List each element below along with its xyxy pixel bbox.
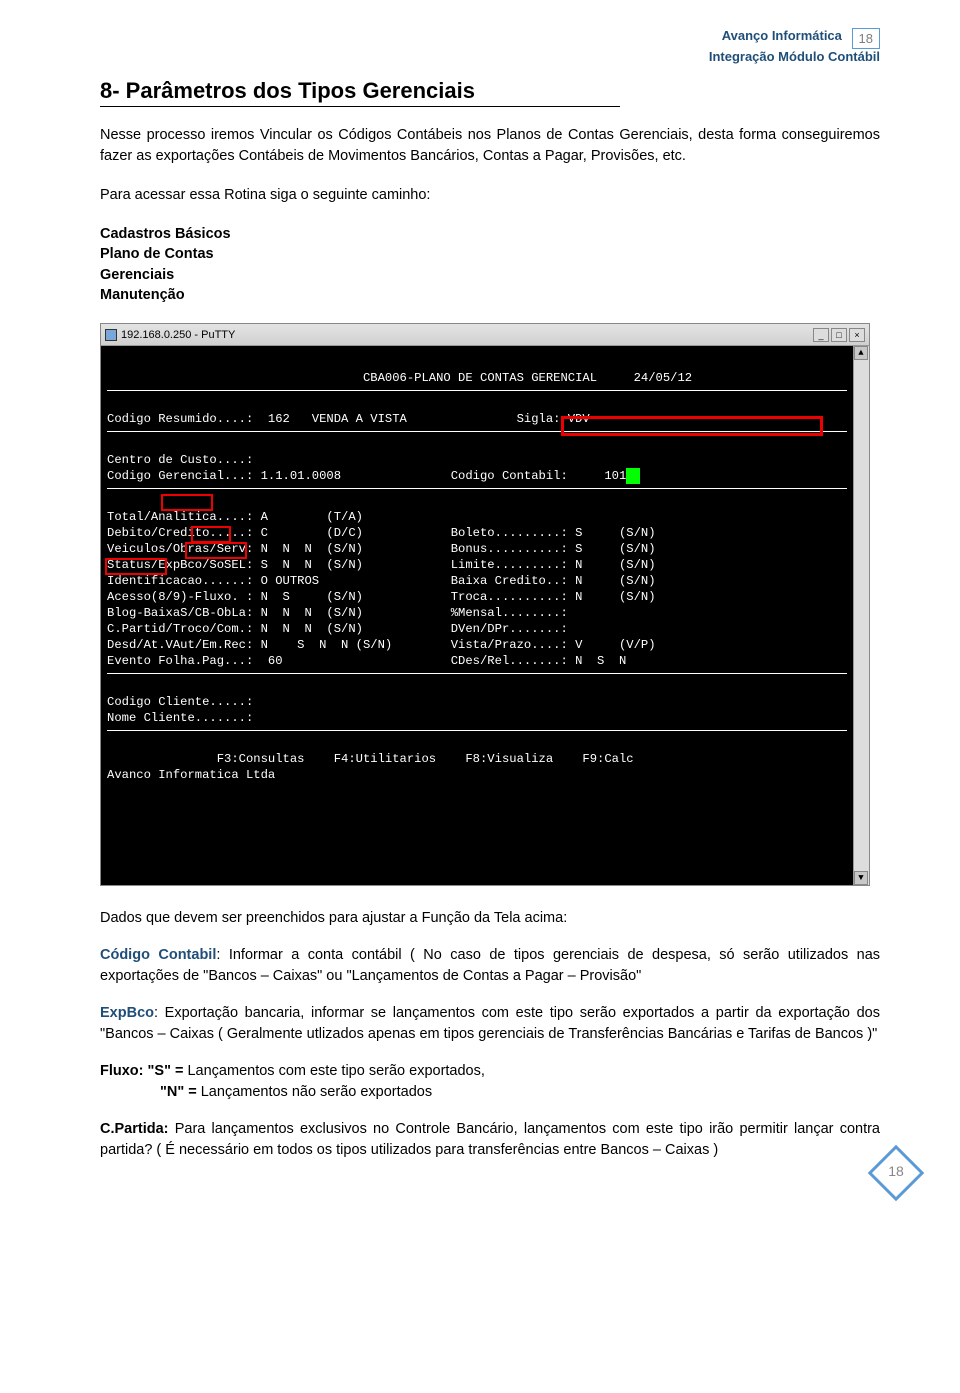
putty-icon [105, 329, 117, 341]
term-row: Total/Analitica....: A (T/A) [107, 510, 363, 524]
post-line1: Dados que devem ser preenchidos para aju… [100, 908, 880, 929]
intro-paragraph: Nesse processo iremos Vincular os Código… [100, 125, 880, 167]
screen-title: CBA006-PLANO DE CONTAS GERENCIAL [363, 371, 597, 385]
lbl-cpartida: C.Partida: [100, 1121, 169, 1137]
txt-codigo: : Informar a conta contábil ( No caso de… [100, 947, 880, 984]
lbl-expbco: ExpBco [100, 1005, 154, 1021]
terminal-title: 192.168.0.250 - PuTTY [121, 329, 235, 341]
section-title: 8- Parâmetros dos Tipos Gerenciais [100, 78, 620, 107]
p-codigo: Código Contabil: Informar a conta contáb… [100, 945, 880, 987]
close-button[interactable]: × [849, 328, 865, 342]
term-row: Codigo Gerencial...: 1.1.01.0008 Codigo … [107, 469, 626, 483]
term-row: Acesso(8/9)-Fluxo. : N S (S/N) Troca....… [107, 590, 656, 604]
term-footer: Avanco Informatica Ltda [107, 768, 275, 782]
cursor-icon [626, 468, 640, 484]
txt-fluxo-s: Lançamentos com este tipo serão exportad… [183, 1063, 484, 1079]
term-row: Evento Folha.Pag...: 60 CDes/Rel.......:… [107, 654, 626, 668]
top-page-number: 18 [852, 28, 880, 49]
term-row: Desd/At.VAut/Em.Rec: N S N N (S/N) Vista… [107, 638, 656, 652]
lbl-codigo: Código Contabil [100, 947, 216, 963]
p-fluxo: Fluxo: "S" = Lançamentos com este tipo s… [100, 1061, 880, 1103]
footer-page-number: 18 [872, 1163, 920, 1179]
txt-cpartida: Para lançamentos exclusivos no Controle … [100, 1121, 880, 1158]
nav-step: Cadastros Básicos [100, 224, 880, 244]
term-row: C.Partid/Troco/Com.: N N N (S/N) DVen/DP… [107, 622, 568, 636]
term-row: Codigo Resumido....: 162 VENDA A VISTA S… [107, 412, 590, 426]
txt-fluxo-n: Lançamentos não serão exportados [197, 1084, 432, 1100]
term-fkeys: F3:Consultas F4:Utilitarios F8:Visualiza… [107, 752, 634, 766]
access-line: Para acessar essa Rotina siga o seguinte… [100, 185, 880, 206]
explanations: Dados que devem ser preenchidos para aju… [100, 908, 880, 1161]
nav-path: Cadastros Básicos Plano de Contas Gerenc… [100, 224, 880, 305]
term-row: Codigo Cliente.....: [107, 695, 253, 709]
nav-step: Plano de Contas [100, 244, 880, 264]
screen-date: 24/05/12 [634, 371, 693, 385]
terminal-titlebar: 192.168.0.250 - PuTTY _ □ × [101, 324, 869, 346]
term-row: Identificacao......: O OUTROS Baixa Cred… [107, 574, 656, 588]
scroll-up-icon[interactable]: ▲ [854, 346, 868, 360]
brand-line1: Avanço Informática [722, 28, 842, 43]
p-cpartida: C.Partida: Para lançamentos exclusivos n… [100, 1119, 880, 1161]
terminal-scrollbar[interactable]: ▲ ▼ [853, 346, 869, 885]
page-header: Avanço Informática 18 Integração Módulo … [709, 28, 880, 64]
page-number-badge: 18 [872, 1149, 920, 1197]
txt-expbco: : Exportação bancaria, informar se lança… [100, 1005, 880, 1042]
term-row: Debito/Credito.....: C (D/C) Boleto.....… [107, 526, 656, 540]
brand-line2: Integração Módulo Contábil [709, 49, 880, 64]
term-header-row: CBA006-PLANO DE CONTAS GERENCIAL 24/05/1… [107, 371, 692, 385]
term-row: Status/ExpBco/SoSEL: S N N (S/N) Limite.… [107, 558, 656, 572]
term-row: Veiculos/Obras/Serv: N N N (S/N) Bonus..… [107, 542, 656, 556]
term-row: Blog-BaixaS/CB-ObLa: N N N (S/N) %Mensal… [107, 606, 568, 620]
term-row: Centro de Custo....: [107, 453, 253, 467]
terminal-window: 192.168.0.250 - PuTTY _ □ × CBA006-PLANO… [100, 323, 870, 886]
p-expbco: ExpBco: Exportação bancaria, informar se… [100, 1003, 880, 1045]
nav-step: Gerenciais [100, 265, 880, 285]
highlight-expbco [161, 494, 213, 511]
terminal-body: CBA006-PLANO DE CONTAS GERENCIAL 24/05/1… [101, 346, 853, 885]
highlight-codigo-contabil [561, 416, 823, 436]
lbl-fluxo-n: "N" = [160, 1084, 197, 1100]
term-row: Nome Cliente.......: [107, 711, 253, 725]
lbl-fluxo-s: Fluxo: "S" = [100, 1063, 183, 1079]
minimize-button[interactable]: _ [813, 328, 829, 342]
scroll-down-icon[interactable]: ▼ [854, 871, 868, 885]
nav-step: Manutenção [100, 285, 880, 305]
maximize-button[interactable]: □ [831, 328, 847, 342]
